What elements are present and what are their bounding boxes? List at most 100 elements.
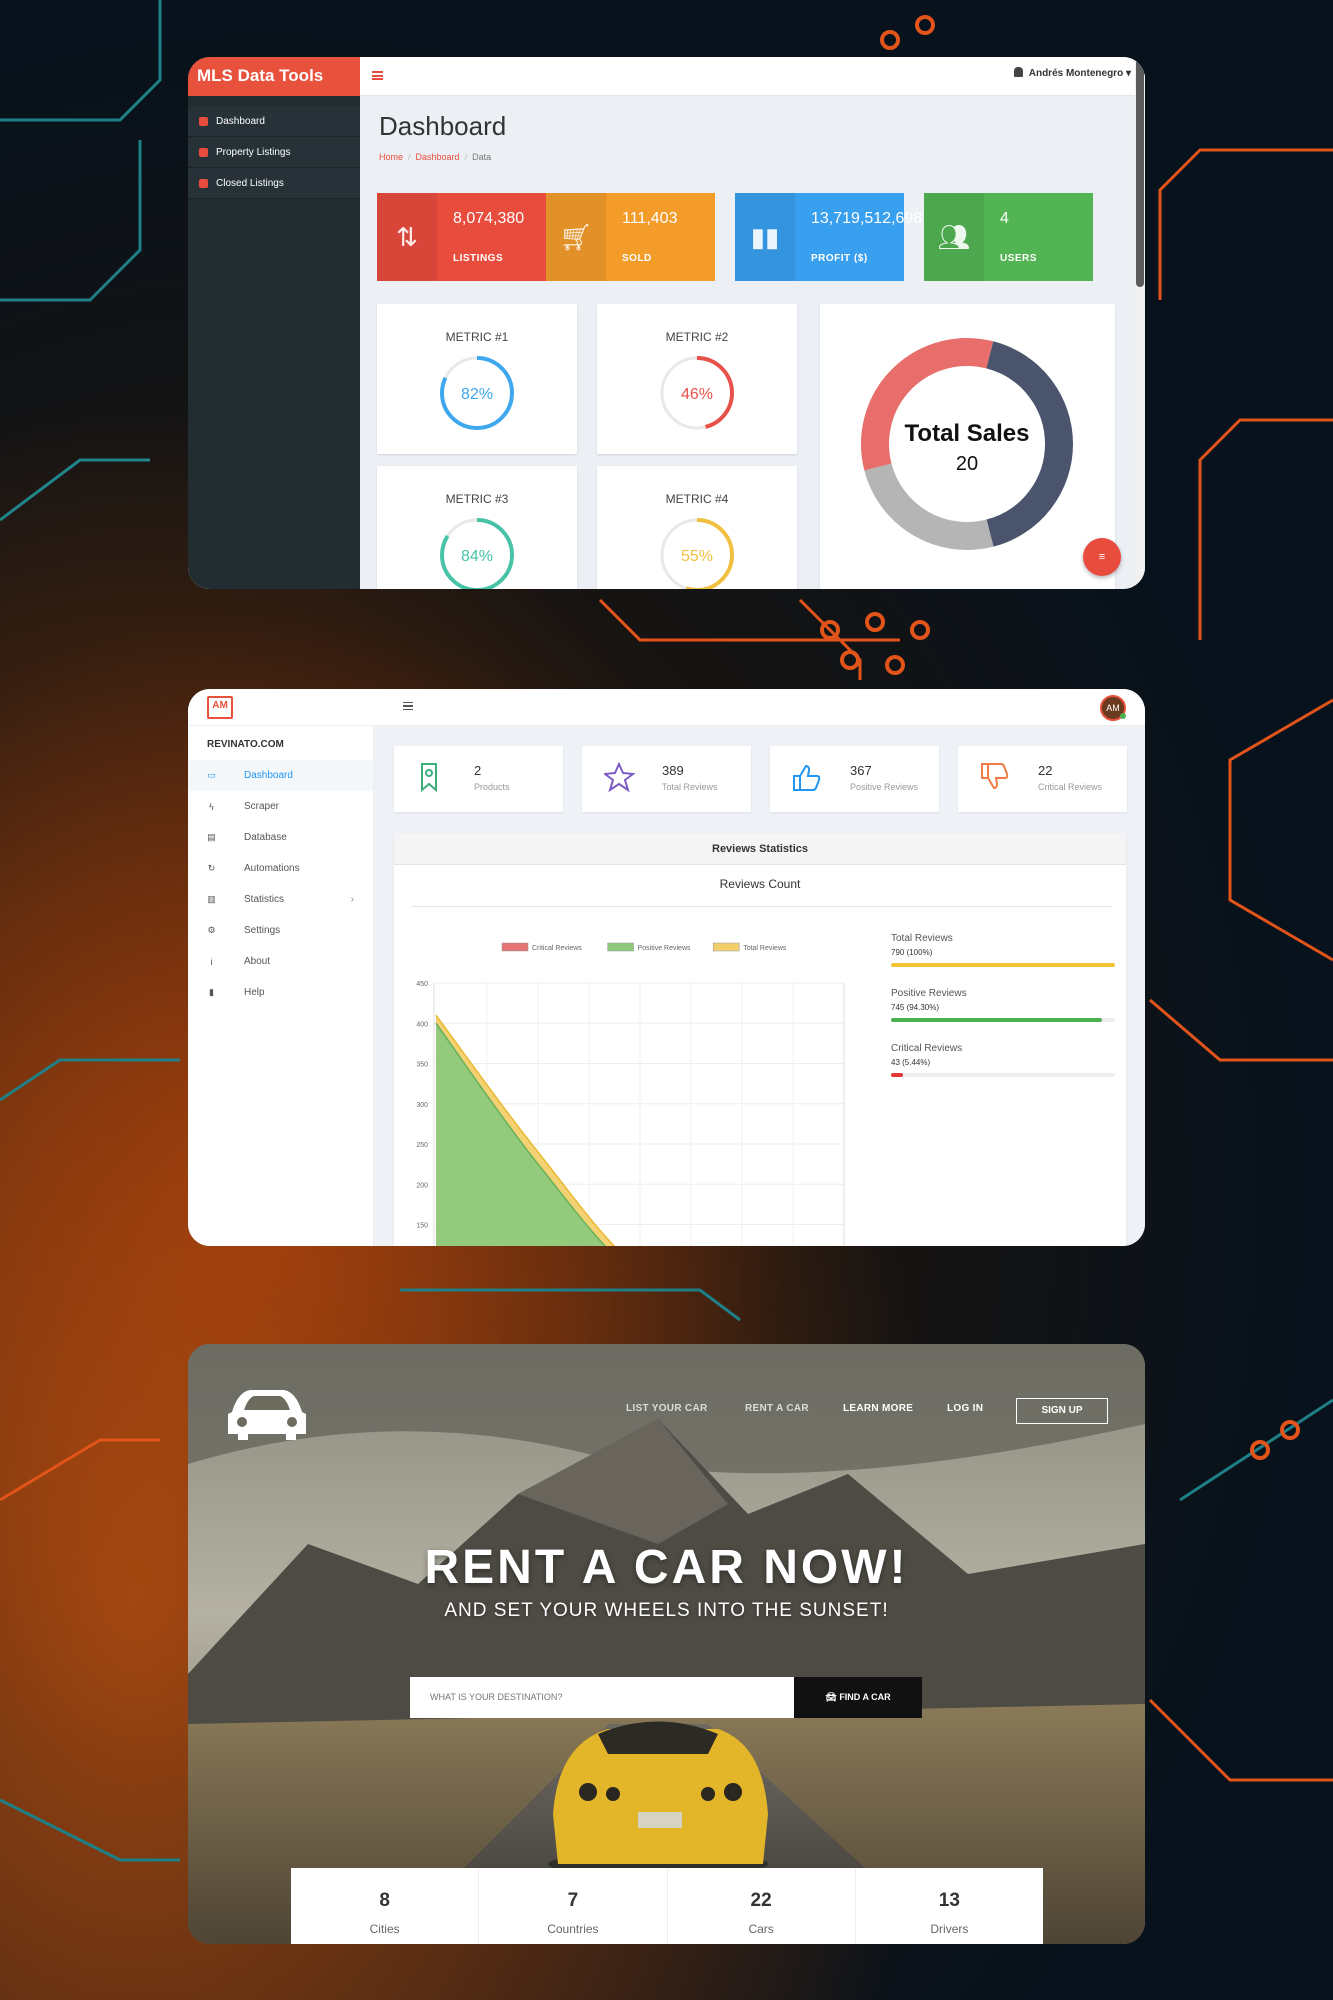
sidebar-item-database[interactable]: ▤ Database: [188, 822, 373, 853]
revinato-dashboard-panel: AM AM REVINATO.COM ▭ Dashboard ϟ Scraper ▤ Da…: [188, 689, 1145, 1246]
sign-up-button[interactable]: SIGN UP: [1016, 1398, 1108, 1424]
info-card-total-reviews[interactable]: 389 Total Reviews: [582, 746, 751, 812]
rent-a-car-panel: SIGN UP RENT A CAR NOW! AND SET YOUR WHE…: [188, 1344, 1145, 1944]
page-title: Dashboard: [379, 111, 507, 141]
star-icon: [604, 762, 636, 793]
brand-logo[interactable]: MLS Data Tools: [188, 57, 360, 96]
progress-value: 790 (100%): [891, 948, 933, 957]
user-menu[interactable]: Andrés Montenegro ▾: [1013, 67, 1131, 79]
progress-fill: [891, 1073, 904, 1077]
metric-title: METRIC #3: [445, 492, 509, 506]
breadcrumb-home[interactable]: Home: [379, 152, 403, 162]
nav-link-log-in[interactable]: LOG IN: [947, 1403, 983, 1414]
progress-total-reviews: Total Reviews 790 (100%): [891, 933, 1115, 967]
progress-title: Positive Reviews: [891, 988, 967, 999]
user-name: Andrés Montenegro: [1028, 68, 1124, 79]
stat-box-sold[interactable]: 🛒︎ 111,403 SOLD: [546, 193, 715, 281]
car-logo-icon[interactable]: [224, 1382, 310, 1447]
app-logo[interactable]: AM: [207, 696, 233, 719]
sidebar-item-scraper[interactable]: ϟ Scraper: [188, 791, 373, 822]
legend-item: Critical Reviews: [501, 942, 582, 952]
refresh-icon: ↻: [207, 863, 216, 873]
progress-positive-reviews: Positive Reviews 745 (94.30%): [891, 988, 1115, 1022]
stat-box-users[interactable]: 👥︎ 4 USERS: [924, 193, 1093, 281]
sidebar-item-closed-listings[interactable]: Closed Listings: [188, 168, 360, 199]
sidebar-item-property-listings[interactable]: Property Listings: [188, 137, 360, 168]
bar-chart-icon: ▮▮: [735, 193, 795, 281]
hero-background-image: [188, 1344, 1145, 1944]
hero-headline: RENT A CAR NOW!: [424, 1541, 909, 1594]
stat-label: Cities: [369, 1922, 400, 1936]
book-icon: ▮: [209, 987, 214, 997]
stat-label: Countries: [547, 1922, 599, 1936]
stat-value: 7: [567, 1890, 579, 1911]
metric-value: 46%: [681, 386, 713, 403]
sidebar: REVINATO.COM ▭ Dashboard ϟ Scraper ▤ Database…: [188, 726, 374, 1246]
avatar[interactable]: AM: [1100, 695, 1126, 721]
progress-value: 43 (5.44%): [891, 1058, 931, 1067]
users-icon: 👥︎: [924, 193, 984, 281]
y-tick-label: 200: [416, 1182, 428, 1189]
metric-gauge: 55%: [660, 518, 734, 589]
sidebar-item-label: Help: [244, 987, 265, 998]
sidebar-item-settings[interactable]: ⚙︎ Settings: [188, 915, 373, 946]
legend-swatch: [501, 942, 529, 952]
user-icon: [1013, 67, 1023, 77]
scrollbar-thumb[interactable]: [1136, 59, 1144, 287]
progress-title: Critical Reviews: [891, 1043, 963, 1054]
chevron-right-icon: ›: [350, 894, 354, 905]
scrollbar[interactable]: [1135, 57, 1145, 589]
sidebar-item-about[interactable]: i About: [188, 946, 373, 977]
sidebar-nav: ▭ Dashboard ϟ Scraper ▤ Database ↻ Automations ▥…: [188, 760, 373, 1008]
find-a-car-label: FIND A CAR: [839, 1692, 891, 1702]
sidebar-item-label: Dashboard: [216, 115, 265, 127]
nav-link-rent-a-car[interactable]: RENT A CAR: [745, 1403, 809, 1414]
stat-value: 8: [379, 1890, 390, 1911]
destination-search-input[interactable]: [410, 1677, 794, 1718]
sidebar-item-label: Automations: [244, 863, 300, 874]
info-card-products[interactable]: 2 Products: [394, 746, 563, 812]
total-sales-donut: Total Sales 20: [861, 338, 1073, 550]
metric-value: 84%: [461, 548, 493, 565]
total-sales-card: Total Sales 20: [820, 304, 1115, 589]
card-value: 367: [850, 763, 872, 778]
sidebar-item-label: Settings: [244, 925, 281, 936]
nav-icon: [199, 116, 208, 126]
sidebar-item-dashboard[interactable]: Dashboard: [188, 106, 360, 137]
sidebar-item-help[interactable]: ▮ Help: [188, 977, 373, 1008]
nav-link-learn-more[interactable]: LEARN MORE: [843, 1403, 913, 1414]
caret-down-icon: ▾: [1125, 68, 1131, 79]
stat-label: LISTINGS: [453, 253, 504, 264]
nav-link-list-your-car[interactable]: LIST YOUR CAR: [626, 1403, 708, 1414]
find-a-car-button[interactable]: 🚘︎ FIND A CAR: [794, 1677, 922, 1718]
fab-menu-button[interactable]: ≡: [1083, 538, 1121, 576]
stat-cities: 8 Cities: [291, 1868, 480, 1944]
y-tick-label: 150: [416, 1223, 428, 1230]
y-tick-label: 300: [416, 1102, 428, 1109]
progress-critical-reviews: Critical Reviews 43 (5.44%): [891, 1043, 1115, 1077]
topbar: AM AM: [188, 689, 1145, 726]
stat-box-listings[interactable]: ⇅ 8,074,380 LISTINGS: [377, 193, 546, 281]
breadcrumb-dashboard[interactable]: Dashboard: [416, 152, 460, 162]
info-card-positive-reviews[interactable]: 367 Positive Reviews: [770, 746, 939, 812]
yellow-sports-car: [548, 1721, 768, 1876]
reviews-count-title: Reviews Count: [719, 877, 801, 891]
sidebar-item-label: Dashboard: [244, 770, 293, 781]
metric-gauge: 84%: [440, 518, 514, 589]
metric-card-1: METRIC #1 82%: [377, 304, 577, 454]
metric-title: METRIC #1: [445, 330, 509, 344]
stat-box-profit[interactable]: ▮▮ 13,719,512,698 PROFIT ($): [735, 193, 922, 281]
stat-value: 22: [750, 1890, 772, 1911]
sidebar-item-statistics[interactable]: ▥ Statistics ›: [188, 884, 373, 915]
sidebar-item-automations[interactable]: ↻ Automations: [188, 853, 373, 884]
menu-icon[interactable]: [372, 71, 383, 80]
card-label: Total Reviews: [662, 782, 718, 792]
info-card-critical-reviews[interactable]: 22 Critical Reviews: [958, 746, 1127, 812]
metric-gauge: 46%: [660, 356, 734, 430]
info-icon: i: [210, 956, 213, 967]
metric-gauge: 82%: [440, 356, 514, 430]
metric-card-4: METRIC #4 55%: [597, 466, 797, 589]
menu-icon[interactable]: [403, 702, 413, 710]
sidebar-item-dashboard[interactable]: ▭ Dashboard: [188, 760, 373, 791]
progress-bar: [891, 963, 1115, 967]
